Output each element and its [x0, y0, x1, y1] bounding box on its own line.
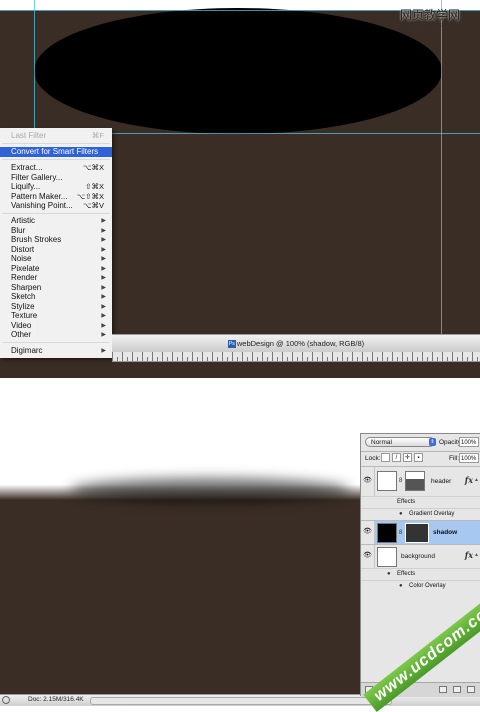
submenu-arrow-icon: ▶	[101, 332, 106, 338]
eye-icon[interactable]: 👁	[363, 477, 372, 485]
eye-icon[interactable]: ●	[399, 511, 403, 517]
submenu-arrow-icon: ▶	[101, 256, 106, 262]
dropdown-arrow-icon: ⇕	[429, 438, 436, 446]
document-size-status: Doc: 2.15M/316.4K	[28, 696, 84, 703]
effect-row-color-overlay[interactable]: ● Color Overlay	[361, 580, 480, 592]
menu-item-extract[interactable]: Extract... ⌥⌘X	[0, 163, 112, 173]
submenu-arrow-icon: ▶	[101, 294, 106, 300]
new-layer-icon[interactable]	[453, 686, 461, 693]
submenu-arrow-icon: ▶	[101, 227, 106, 234]
menu-item-pattern-maker[interactable]: Pattern Maker... ⌥⇧⌘X	[0, 192, 112, 202]
layer-name: shadow	[433, 529, 458, 536]
menu-item-sketch[interactable]: Sketch ▶	[0, 292, 112, 302]
menu-item-texture[interactable]: Texture ▶	[0, 311, 112, 321]
menu-item-filter-gallery[interactable]: Filter Gallery...	[0, 173, 112, 183]
document-title: Ps webDesign @ 100% (shadow, RGB/8)	[227, 339, 365, 349]
layer-row-background[interactable]: 👁 background fx ▲	[361, 544, 480, 568]
menu-separator	[2, 159, 110, 160]
fx-icon[interactable]: fx	[465, 475, 473, 485]
collapse-arrow-icon[interactable]: ▲	[474, 477, 479, 483]
menu-item-blur[interactable]: Blur ▶	[0, 226, 112, 236]
submenu-arrow-icon: ▶	[101, 237, 106, 243]
black-ellipse-shape	[34, 8, 442, 134]
guide-vertical-right	[441, 0, 442, 335]
layer-mask-thumbnail	[405, 523, 429, 543]
watermark-logo-text: 网页教学网	[400, 8, 461, 22]
effects-row[interactable]: ● Effects	[361, 568, 480, 580]
menu-item-stylize[interactable]: Stylize ▶	[0, 302, 112, 312]
menu-item-render[interactable]: Render ▶	[0, 273, 112, 283]
menu-separator	[2, 143, 110, 144]
effects-label: Effects	[397, 499, 416, 505]
opacity-input[interactable]: 100%	[459, 437, 479, 447]
menu-item-noise[interactable]: Noise ▶	[0, 254, 112, 264]
menu-item-liquify[interactable]: Liquify... ⇧⌘X	[0, 182, 112, 192]
fx-icon[interactable]: fx	[465, 550, 473, 560]
layer-thumbnail	[377, 471, 397, 491]
photoshop-document-icon: Ps	[227, 340, 236, 349]
eye-icon[interactable]: 👁	[363, 528, 372, 536]
submenu-arrow-icon: ▶	[101, 303, 106, 310]
menu-item-convert-for-smart-filters[interactable]: Convert for Smart Filters	[0, 147, 112, 157]
effects-label: Effects	[397, 571, 416, 577]
submenu-arrow-icon: ▶	[101, 218, 106, 224]
submenu-arrow-icon: ▶	[101, 246, 106, 253]
submenu-arrow-icon: ▶	[101, 348, 106, 354]
menu-item-video[interactable]: Video ▶	[0, 321, 112, 331]
fill-input[interactable]: 100%	[459, 453, 479, 463]
link-chain-icon: 8	[399, 478, 403, 484]
eye-icon[interactable]: ●	[399, 583, 403, 589]
eye-icon[interactable]: 👁	[363, 552, 372, 560]
submenu-arrow-icon: ▶	[101, 284, 106, 291]
blend-mode-select[interactable]: Normal ⇕	[365, 437, 436, 447]
submenu-arrow-icon: ▶	[101, 322, 106, 329]
menu-item-pixelate[interactable]: Pixelate ▶	[0, 264, 112, 274]
submenu-arrow-icon: ▶	[101, 313, 106, 319]
menu-separator	[2, 342, 110, 343]
submenu-arrow-icon: ▶	[101, 265, 106, 272]
drop-shadow-shape	[70, 478, 350, 502]
menu-item-brush-strokes[interactable]: Brush Strokes ▶	[0, 235, 112, 245]
layer-thumbnail	[377, 547, 397, 567]
ruler-minor-ticks	[112, 357, 480, 361]
panel-divider	[361, 451, 480, 452]
trash-icon[interactable]	[467, 686, 475, 693]
lock-pixels-icon[interactable]: /	[392, 453, 401, 462]
layer-name: background	[401, 553, 435, 560]
status-menu-icon[interactable]	[2, 696, 10, 704]
effect-label: Color Overlay	[409, 583, 446, 589]
document-title-bar[interactable]: Ps webDesign @ 100% (shadow, RGB/8)	[112, 334, 480, 353]
menu-item-digimarc[interactable]: Digimarc ▶	[0, 346, 112, 356]
horizontal-scrollbar[interactable]	[90, 697, 392, 705]
menu-item-last-filter: Last Filter ⌘F	[11, 131, 104, 140]
lock-position-icon[interactable]: ✛	[403, 453, 412, 462]
menu-separator	[2, 213, 110, 214]
layer-row-header[interactable]: 👁 8 header fx ▲	[361, 466, 480, 496]
link-chain-icon: 8	[399, 530, 403, 536]
fill-label: Fill:	[449, 455, 460, 462]
effect-label: Gradient Overlay	[409, 511, 455, 517]
layer-name: header	[431, 478, 452, 485]
menu-item-artistic[interactable]: Artistic ▶	[0, 216, 112, 226]
submenu-arrow-icon: ▶	[101, 275, 106, 281]
new-group-icon[interactable]	[439, 686, 447, 693]
lock-transparency-icon[interactable]	[381, 453, 390, 462]
lock-all-icon[interactable]: ▪	[414, 453, 423, 462]
menu-item-distort[interactable]: Distort ▶	[0, 245, 112, 255]
layer-row-shadow[interactable]: 👁 8 shadow	[361, 520, 480, 544]
eye-icon[interactable]: ●	[387, 571, 391, 577]
lock-label: Lock:	[365, 455, 381, 462]
layer-thumbnail	[377, 523, 397, 543]
menu-item-other[interactable]: Other ▶	[0, 330, 112, 340]
menu-item-vanishing-point[interactable]: Vanishing Point... ⌥⌘V	[0, 201, 112, 211]
effect-row-gradient-overlay[interactable]: ● Gradient Overlay	[361, 508, 480, 520]
collapse-arrow-icon[interactable]: ▲	[474, 552, 479, 558]
filter-menu: Last Filter ⌘F Convert for Smart Filters …	[0, 128, 112, 358]
layer-mask-thumbnail	[405, 471, 425, 491]
effects-row[interactable]: Effects	[361, 496, 480, 508]
watermark-url: WWW.WEB3X.COM	[404, 22, 471, 29]
menu-item-sharpen[interactable]: Sharpen ▶	[0, 283, 112, 293]
